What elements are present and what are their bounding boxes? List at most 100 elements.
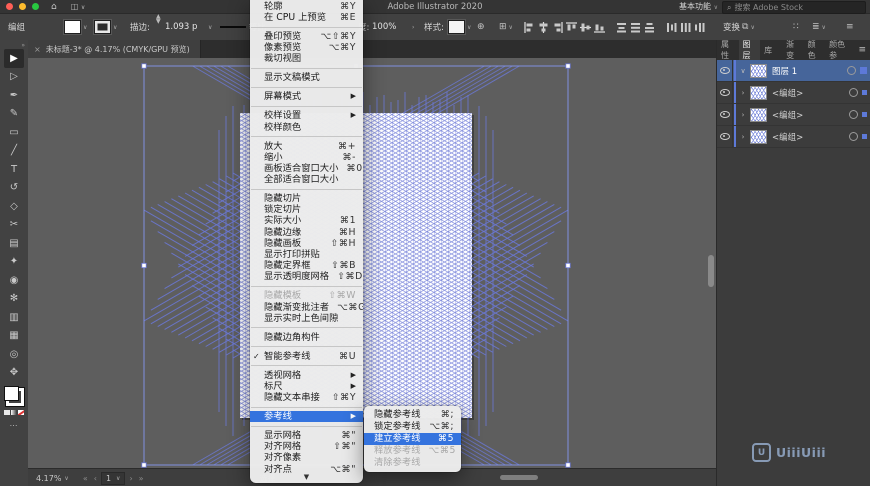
eyedropper-tool[interactable]: ✦ (4, 253, 24, 272)
align-bottom-icon[interactable] (594, 22, 605, 33)
isolate-grid-icon[interactable]: ⊞ ∨ (499, 14, 513, 40)
menu-item[interactable]: 放大 ⌘+ (250, 141, 363, 152)
visibility-toggle[interactable] (717, 104, 733, 125)
menu-item[interactable]: 在 CPU 上预览 ⌘E (250, 12, 363, 23)
zoom-tool[interactable]: ◎ (4, 345, 24, 364)
dist-h-left-icon[interactable] (666, 22, 677, 33)
menu-item[interactable]: 屏幕模式 ▶ (250, 91, 363, 102)
menu-item[interactable]: 隐藏渐变批注者 ⌥⌘G (250, 302, 363, 313)
expand-chevron-icon[interactable]: › (736, 89, 750, 97)
zoom-level[interactable]: 4.17% (36, 474, 61, 483)
stock-search-input[interactable]: ⌕ 搜索 Adobe Stock (722, 1, 866, 14)
menu-item[interactable]: 显示实时上色间隙 (250, 313, 363, 324)
gradient-button[interactable] (11, 410, 17, 415)
layer-row[interactable]: › <编组> (717, 82, 870, 104)
menu-item[interactable]: 显示透明度网格 ⇧⌘D (250, 271, 363, 282)
dist-v-top-icon[interactable] (616, 22, 627, 33)
menu-item[interactable]: 轮廓 ⌘Y (250, 1, 363, 12)
menu-item[interactable]: 隐藏定界框 ⇧⌘B (250, 260, 363, 271)
align-right-icon[interactable] (552, 21, 563, 33)
artboard-navigation[interactable]: 1 ∨ (100, 471, 126, 485)
rotate-tool[interactable]: ↺ (4, 179, 24, 198)
menu-item[interactable]: 显示网格 ⌘" (250, 430, 363, 441)
layer-thumbnail[interactable] (750, 63, 767, 78)
menu-item[interactable]: 显示文稿模式 (250, 72, 363, 84)
menu-scroll-down-icon[interactable]: ▼ (250, 473, 363, 481)
dots-grid-icon[interactable]: ∷ (793, 14, 799, 40)
panel-tab-渐变[interactable]: 渐变 (782, 40, 804, 60)
fill-color-swatch[interactable]: ∨ (64, 14, 87, 40)
menu-item[interactable]: 锁定参考线 ⌥⌘; (364, 421, 461, 433)
target-circle-icon[interactable] (847, 66, 856, 75)
visibility-toggle[interactable] (717, 126, 733, 147)
workspace-switcher[interactable]: 基本功能 ∨ (679, 1, 718, 12)
vertical-scrollbar[interactable] (708, 255, 714, 287)
next-page-icon[interactable]: › (129, 474, 132, 483)
transform-label[interactable]: 变换 (723, 14, 740, 40)
menu-item[interactable]: 画板适合窗口大小 ⌘0 (250, 163, 363, 174)
stroke-color-swatch[interactable]: ∨ (94, 14, 117, 40)
panel-tab-图层[interactable]: 图层 (738, 40, 761, 60)
layer-row[interactable]: ∨ 图层 1 (717, 60, 870, 82)
color-button[interactable] (4, 410, 10, 415)
selection-indicator[interactable] (862, 134, 867, 139)
panel-menu-icon[interactable]: ≡ (853, 40, 870, 60)
dist-v-center-icon[interactable] (630, 22, 641, 33)
last-page-icon[interactable]: » (139, 474, 144, 483)
line-segment-tool[interactable]: ╱ (4, 142, 24, 161)
dist-h-center-icon[interactable] (680, 22, 691, 33)
stroke-weight-value[interactable]: 1.093 p (165, 14, 197, 40)
opacity-value[interactable]: 100% (372, 14, 396, 40)
scissors-tool[interactable]: ✂ (4, 216, 24, 235)
stroke-profile-preview[interactable] (220, 14, 246, 40)
align-left-icon[interactable] (524, 21, 535, 33)
menu-item[interactable]: 实际大小 ⌘1 (250, 215, 363, 227)
selection-indicator[interactable] (860, 67, 867, 74)
expand-chevron-icon[interactable]: › (736, 133, 750, 141)
prev-page-icon[interactable]: ‹ (94, 474, 97, 483)
dist-h-right-icon[interactable] (694, 22, 705, 33)
dist-v-bottom-icon[interactable] (644, 22, 655, 33)
graph-tool[interactable]: ▥ (4, 308, 24, 327)
menu-item[interactable]: 参考线 ▶ (250, 411, 363, 423)
layer-name[interactable]: <编组> (772, 109, 849, 121)
fill-stroke-indicator[interactable] (4, 386, 25, 407)
target-circle-icon[interactable] (849, 132, 858, 141)
menu-item[interactable]: 全部适合窗口大小 (250, 174, 363, 185)
menu-item[interactable]: 校样颜色 (250, 122, 363, 133)
panel-tab-库[interactable]: 库 (760, 40, 776, 60)
layer-name[interactable]: 图层 1 (772, 65, 847, 77)
document-setup-icon[interactable]: ⊕ (477, 14, 485, 40)
none-button[interactable] (18, 410, 24, 415)
panel-tab-属性[interactable]: 属性 (717, 40, 739, 60)
blend-tool[interactable]: ◉ (4, 271, 24, 290)
toolbar-overflow-icon[interactable]: » (0, 40, 28, 49)
layer-name[interactable]: <编组> (772, 87, 849, 99)
menu-item[interactable]: 隐藏切片 (250, 193, 363, 204)
pathfinder-icon[interactable]: ⧉ ∨ (742, 14, 755, 40)
layer-thumbnail[interactable] (750, 107, 767, 122)
expand-chevron-icon[interactable]: ∨ (736, 67, 750, 75)
expand-chevron-icon[interactable]: › (736, 111, 750, 119)
artboard-tool[interactable]: ▦ (4, 327, 24, 346)
panel-tab-颜色参[interactable]: 颜色参 (825, 40, 853, 60)
style-swatch[interactable]: ∨ (448, 14, 471, 40)
menu-item[interactable]: 标尺 ▶ (250, 381, 363, 392)
list-view-icon[interactable]: ≣ ∨ (812, 14, 826, 40)
menu-list-icon[interactable]: ≡ (846, 14, 854, 40)
menu-item[interactable]: 锁定切片 (250, 204, 363, 215)
more-tools[interactable]: ✥ (4, 364, 24, 383)
first-page-icon[interactable]: « (83, 474, 88, 483)
menu-item[interactable]: 对齐网格 ⇧⌘" (250, 441, 363, 452)
menu-item[interactable]: 对齐像素 (250, 452, 363, 463)
target-circle-icon[interactable] (849, 110, 858, 119)
align-top-icon[interactable] (566, 21, 577, 33)
rectangle-tool[interactable]: ▭ (4, 123, 24, 142)
direct-selection-tool[interactable]: ▷ (4, 68, 24, 87)
horizontal-scrollbar[interactable] (500, 475, 538, 480)
menu-item[interactable]: ✓ 智能参考线 ⌘U (250, 351, 363, 362)
menu-item[interactable]: 显示打印拼贴 (250, 249, 363, 260)
selection-tool[interactable]: ▶ (4, 49, 24, 68)
menu-item[interactable]: 隐藏文本串接 ⇧⌘Y (250, 392, 363, 403)
menu-item[interactable]: 缩小 ⌘- (250, 152, 363, 163)
